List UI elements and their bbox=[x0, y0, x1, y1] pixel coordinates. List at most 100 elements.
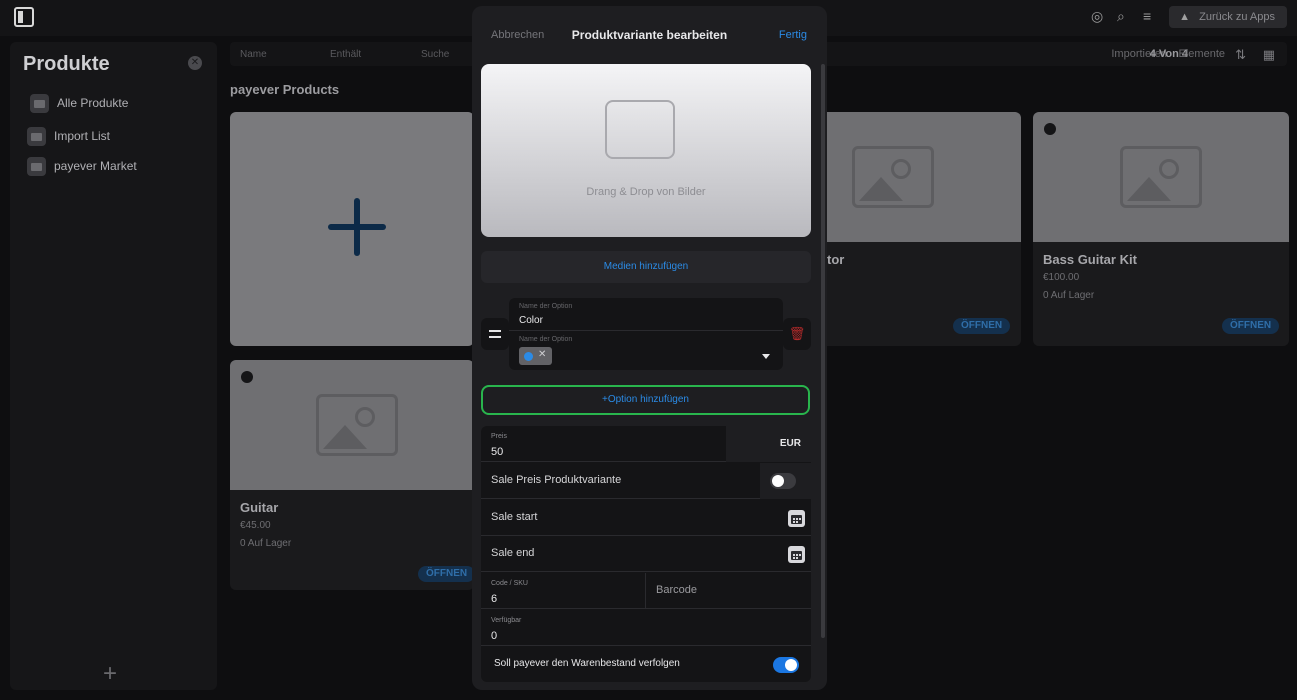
section-title: payever Products bbox=[230, 82, 340, 97]
calendar-icon[interactable] bbox=[788, 546, 805, 563]
add-product-card[interactable] bbox=[230, 112, 474, 346]
open-button[interactable]: ÖFFNEN bbox=[1222, 318, 1280, 334]
product-thumbnail bbox=[802, 112, 1021, 242]
divider bbox=[645, 573, 646, 609]
sale-price-label: Sale Preis Produktvariante bbox=[491, 474, 622, 486]
back-to-apps-label: Zurück zu Apps bbox=[1199, 11, 1275, 23]
close-icon[interactable]: ✕ bbox=[188, 56, 202, 70]
option-editor: Name der Option Color Name der Option ✕ bbox=[509, 298, 783, 370]
toggle-knob bbox=[772, 475, 784, 487]
sale-end-row[interactable]: Sale end bbox=[481, 536, 811, 572]
available-input[interactable]: 0 bbox=[491, 630, 497, 642]
sort-icon[interactable]: ⇅ bbox=[1235, 47, 1246, 63]
open-button[interactable]: ÖFFNEN bbox=[418, 566, 474, 582]
graduation-cap-icon: ▲ bbox=[1179, 11, 1191, 23]
column-name[interactable]: Name bbox=[240, 49, 267, 60]
sidebar-item-label: Import List bbox=[54, 129, 111, 143]
product-stock: 0 Auf Lager bbox=[1043, 290, 1095, 301]
chevron-down-icon[interactable] bbox=[762, 354, 770, 359]
open-button[interactable]: ÖFFNEN bbox=[953, 318, 1011, 334]
remove-chip-icon[interactable]: ✕ bbox=[538, 349, 546, 360]
track-inventory-toggle[interactable] bbox=[773, 657, 799, 673]
dropzone-text: Drang & Drop von Bilder bbox=[586, 186, 706, 198]
select-dot[interactable] bbox=[241, 371, 253, 383]
grid-view-icon[interactable]: ▦ bbox=[1263, 47, 1275, 63]
modal-title: Produktvariante bearbeiten bbox=[571, 28, 728, 42]
available-row: Verfügbar 0 bbox=[481, 610, 811, 646]
sale-end-label: Sale end bbox=[491, 547, 535, 559]
price-input[interactable]: 50 bbox=[491, 446, 503, 458]
currency-box[interactable]: EUR bbox=[726, 426, 811, 462]
toggle-knob bbox=[785, 659, 797, 671]
sidebar: Produkte ✕ Alle Produkte Import List pay… bbox=[10, 42, 217, 690]
image-frame-icon bbox=[605, 100, 675, 159]
select-dot[interactable] bbox=[1044, 123, 1056, 135]
folder-icon bbox=[27, 156, 46, 176]
image-dropzone[interactable]: Drang & Drop von Bilder bbox=[481, 64, 811, 237]
image-placeholder-icon bbox=[316, 394, 398, 456]
product-card-partial[interactable]: tor ÖFFNEN bbox=[802, 112, 1021, 346]
product-thumbnail bbox=[230, 360, 474, 490]
menu-icon[interactable]: ≡ bbox=[1143, 9, 1157, 23]
product-price: €100.00 bbox=[1043, 272, 1080, 283]
delete-option-button[interactable]: 🗑 bbox=[783, 318, 811, 350]
image-placeholder-icon bbox=[852, 146, 934, 208]
product-stock: 0 Auf Lager bbox=[240, 538, 292, 549]
drag-line bbox=[489, 330, 501, 332]
back-to-apps-button[interactable]: ▲ Zurück zu Apps bbox=[1169, 6, 1287, 28]
sidebar-item-label: Alle Produkte bbox=[57, 96, 129, 110]
barcode-input[interactable]: Barcode bbox=[656, 584, 697, 596]
sidebar-item-all-products[interactable]: Alle Produkte bbox=[30, 92, 128, 114]
sku-row: Code / SKU 6 Barcode bbox=[481, 573, 811, 609]
elements-label: Elemente bbox=[1178, 48, 1225, 60]
sku-label: Code / SKU bbox=[491, 580, 528, 587]
product-price: €45.00 bbox=[240, 520, 271, 531]
top-icons: ◎ ⌕ ≡ bbox=[1091, 9, 1157, 23]
product-thumbnail bbox=[1033, 112, 1289, 242]
sidebar-item-import-list[interactable]: Import List bbox=[27, 125, 110, 147]
sidebar-toggle-icon[interactable] bbox=[14, 7, 34, 27]
color-swatch bbox=[524, 352, 533, 361]
sale-start-row[interactable]: Sale start bbox=[481, 500, 811, 536]
trash-icon: 🗑 bbox=[788, 326, 806, 341]
calendar-icon[interactable] bbox=[788, 510, 805, 527]
product-name: tor bbox=[827, 252, 845, 267]
sale-toggle-area bbox=[760, 463, 811, 499]
drag-line bbox=[489, 336, 501, 338]
sale-price-row: Sale Preis Produktvariante bbox=[481, 463, 811, 499]
image-placeholder-icon bbox=[1120, 146, 1202, 208]
column-search[interactable]: Suche bbox=[421, 49, 449, 60]
add-option-button[interactable]: +Option hinzufügen bbox=[481, 385, 810, 415]
column-contains[interactable]: Enthält bbox=[330, 49, 361, 60]
add-media-button[interactable]: Medien hinzufügen bbox=[481, 251, 811, 283]
sku-input[interactable]: 6 bbox=[491, 593, 497, 605]
sidebar-title: Produkte bbox=[23, 53, 110, 75]
currency-label: EUR bbox=[779, 438, 801, 449]
modal-scrollbar[interactable] bbox=[821, 64, 825, 638]
available-label: Verfügbar bbox=[491, 617, 522, 624]
divider bbox=[509, 330, 783, 331]
sale-start-label: Sale start bbox=[491, 511, 538, 523]
price-row: Preis 50 EUR bbox=[481, 426, 811, 462]
drag-handle-icon[interactable] bbox=[481, 318, 509, 350]
variant-form: Preis 50 EUR Sale Preis Produktvariante … bbox=[481, 426, 811, 682]
sidebar-item-payever-market[interactable]: payever Market bbox=[27, 155, 137, 177]
done-button[interactable]: Fertig bbox=[779, 29, 807, 41]
folder-icon bbox=[30, 93, 49, 113]
product-name: Bass Guitar Kit bbox=[1043, 252, 1137, 267]
option-value-label: Name der Option bbox=[519, 336, 573, 343]
plus-icon-bar bbox=[328, 224, 386, 230]
folder-icon bbox=[27, 126, 46, 146]
option-name-input[interactable]: Color bbox=[519, 315, 543, 326]
profile-icon[interactable]: ◎ bbox=[1091, 9, 1105, 23]
product-card-guitar[interactable]: Guitar €45.00 0 Auf Lager ÖFFNEN bbox=[230, 360, 474, 590]
search-icon[interactable]: ⌕ bbox=[1117, 9, 1131, 23]
track-inventory-row: Soll payever den Warenbestand verfolgen bbox=[481, 646, 811, 682]
sidebar-item-label: payever Market bbox=[54, 159, 137, 173]
add-folder-icon[interactable]: + bbox=[103, 662, 117, 686]
color-chip[interactable]: ✕ bbox=[519, 347, 552, 365]
option-name-label: Name der Option bbox=[519, 303, 573, 310]
product-card-bass-guitar-kit[interactable]: Bass Guitar Kit €100.00 0 Auf Lager ÖFFN… bbox=[1033, 112, 1289, 346]
track-inventory-label: Soll payever den Warenbestand verfolgen bbox=[494, 658, 680, 669]
sale-price-toggle[interactable] bbox=[770, 473, 796, 489]
